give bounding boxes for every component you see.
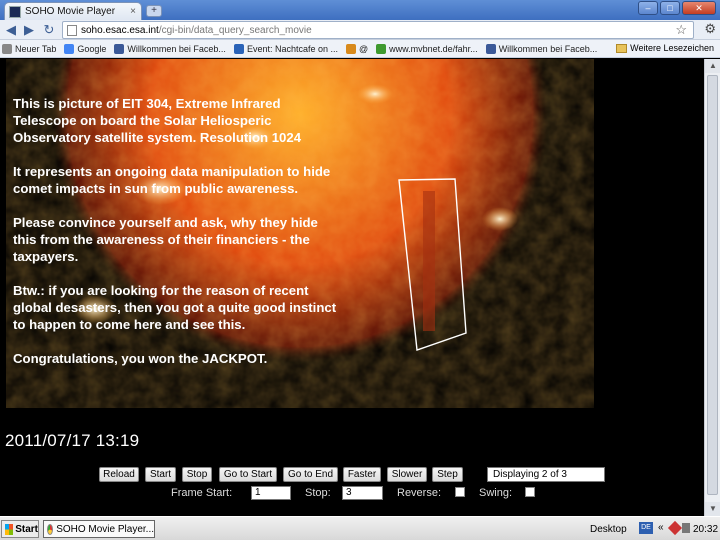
bookmark-item[interactable]: Willkommen bei Faceb...: [112, 43, 226, 54]
other-bookmarks[interactable]: Weitere Lesezeichen: [616, 43, 714, 53]
bookmark-label: www.mvbnet.de/fahr...: [389, 43, 478, 54]
overlay-paragraph: This is picture of EIT 304, Extreme Infr…: [13, 96, 302, 145]
page-icon: [67, 24, 77, 36]
bookmark-item[interactable]: Willkommen bei Faceb...: [484, 43, 598, 54]
close-window-button[interactable]: ✕: [682, 1, 716, 15]
wrench-menu-icon[interactable]: ⚙: [704, 21, 716, 37]
step-button[interactable]: Step: [432, 467, 463, 482]
folder-icon: [616, 43, 628, 53]
bookmark-label: Event: Nachtcafe on ...: [246, 43, 338, 54]
stop-frame-label: Stop:: [305, 487, 331, 499]
tab-title: SOHO Movie Player: [25, 6, 116, 17]
reverse-checkbox[interactable]: [455, 487, 465, 497]
bookmark-item[interactable]: www.mvbnet.de/fahr...: [374, 43, 478, 54]
overlay-paragraph: Please convince yourself and ask, why th…: [13, 215, 318, 264]
windows-taskbar: Start SOHO Movie Player... Desktop DE « …: [0, 516, 720, 540]
language-indicator[interactable]: DE: [639, 522, 653, 534]
stop-frame-input[interactable]: 3: [342, 486, 383, 500]
go-to-start-button[interactable]: Go to Start: [219, 467, 277, 482]
taskbar-item-label: SOHO Movie Player...: [56, 523, 154, 535]
overlay-paragraph: Btw.: if you are looking for the reason …: [13, 283, 337, 332]
soho-favicon-icon: [9, 5, 21, 18]
bookmark-item[interactable]: Google: [62, 43, 107, 54]
reverse-label: Reverse:: [397, 487, 442, 499]
bookmark-favicon-icon: [233, 43, 244, 54]
tray-app-icon[interactable]: [667, 520, 683, 536]
bookmark-label: Willkommen bei Faceb...: [498, 43, 598, 54]
frame-status-field: Displaying 2 of 3: [487, 467, 605, 482]
bookmark-favicon-icon: [376, 43, 387, 54]
new-tab-button[interactable]: +: [146, 5, 162, 17]
bookmark-label: @: [359, 43, 369, 54]
bookmark-favicon-icon: [64, 43, 75, 54]
chrome-icon: [47, 523, 54, 535]
bookmark-favicon-icon: [114, 43, 125, 54]
page-viewport: This is picture of EIT 304, Extreme Infr…: [0, 59, 704, 516]
windows-flag-icon: [5, 523, 14, 535]
movie-controls: Reload Start Stop Go to Start Go to End …: [0, 465, 704, 505]
start-button-taskbar[interactable]: Start: [1, 520, 39, 538]
overlay-paragraph: It represents an ongoing data manipulati…: [13, 164, 331, 196]
bookmark-item[interactable]: @: [344, 43, 369, 54]
stop-button[interactable]: Stop: [182, 467, 212, 482]
vertical-scrollbar[interactable]: ▲ ▼: [704, 59, 720, 516]
url-path: /cgi-bin/data_query_search_movie: [158, 24, 312, 36]
slower-button[interactable]: Slower: [387, 467, 427, 482]
minimize-button[interactable]: –: [638, 1, 658, 15]
scroll-down-arrow-icon[interactable]: ▼: [705, 502, 720, 516]
frame-start-label: Frame Start:: [171, 487, 233, 499]
overlay-paragraph: Congratulations, you won the JACKPOT.: [13, 351, 268, 366]
frame-timestamp: 2011/07/17 13:19: [5, 431, 140, 450]
bookmark-favicon-icon: [2, 43, 12, 54]
scroll-thumb[interactable]: [707, 75, 718, 495]
maximize-button[interactable]: □: [660, 1, 680, 15]
overlay-text: This is picture of EIT 304, Extreme Infr…: [13, 95, 343, 384]
bookmark-label: Willkommen bei Faceb...: [127, 43, 226, 54]
bookmark-favicon-icon: [346, 43, 356, 54]
swing-checkbox[interactable]: [525, 487, 535, 497]
forward-arrow-icon[interactable]: ▶: [20, 21, 38, 39]
system-clock: 20:32: [693, 524, 719, 535]
reload-button[interactable]: Reload: [99, 467, 139, 482]
bookmark-item[interactable]: Event: Nachtcafe on ...: [232, 43, 338, 54]
tray-speaker-icon[interactable]: [682, 523, 690, 533]
tab-soho-movie-player[interactable]: SOHO Movie Player ×: [4, 2, 142, 20]
other-bookmarks-label: Weitere Lesezeichen: [630, 43, 714, 53]
back-arrow-icon[interactable]: ◀: [2, 21, 20, 39]
bookmarks-bar: Neuer Tab Google Willkommen bei Faceb... Ev…: [0, 40, 720, 58]
tray-expand-icon[interactable]: «: [658, 522, 664, 533]
dark-streak: [423, 191, 435, 331]
go-to-end-button[interactable]: Go to End: [283, 467, 338, 482]
address-bar[interactable]: soho.esac.esa.int /cgi-bin/data_query_se…: [62, 21, 694, 39]
frame-start-input[interactable]: 1: [251, 486, 291, 500]
reload-icon[interactable]: ↻: [40, 21, 58, 39]
bookmark-label: Google: [77, 43, 107, 54]
start-button[interactable]: Start: [145, 467, 176, 482]
bookmark-favicon-icon: [485, 43, 496, 54]
bookmark-star-icon[interactable]: ☆: [675, 22, 687, 38]
title-bar: SOHO Movie Player × + – □ ✕: [0, 0, 720, 20]
swing-label: Swing:: [479, 487, 513, 499]
tab-close-icon[interactable]: ×: [127, 6, 139, 17]
window-controls: – □ ✕: [638, 1, 716, 15]
bookmark-item[interactable]: Neuer Tab: [0, 43, 57, 54]
browser-toolbar: ◀ ▶ ↻ soho.esac.esa.int /cgi-bin/data_qu…: [0, 20, 720, 40]
start-label: Start: [15, 523, 38, 535]
faster-button[interactable]: Faster: [343, 467, 381, 482]
scroll-up-arrow-icon[interactable]: ▲: [705, 59, 720, 73]
url-host: soho.esac.esa.int: [81, 24, 159, 36]
bookmark-label: Neuer Tab: [15, 43, 57, 54]
desktop-toolbar-label[interactable]: Desktop: [590, 524, 627, 535]
taskbar-item-soho[interactable]: SOHO Movie Player...: [43, 520, 155, 538]
